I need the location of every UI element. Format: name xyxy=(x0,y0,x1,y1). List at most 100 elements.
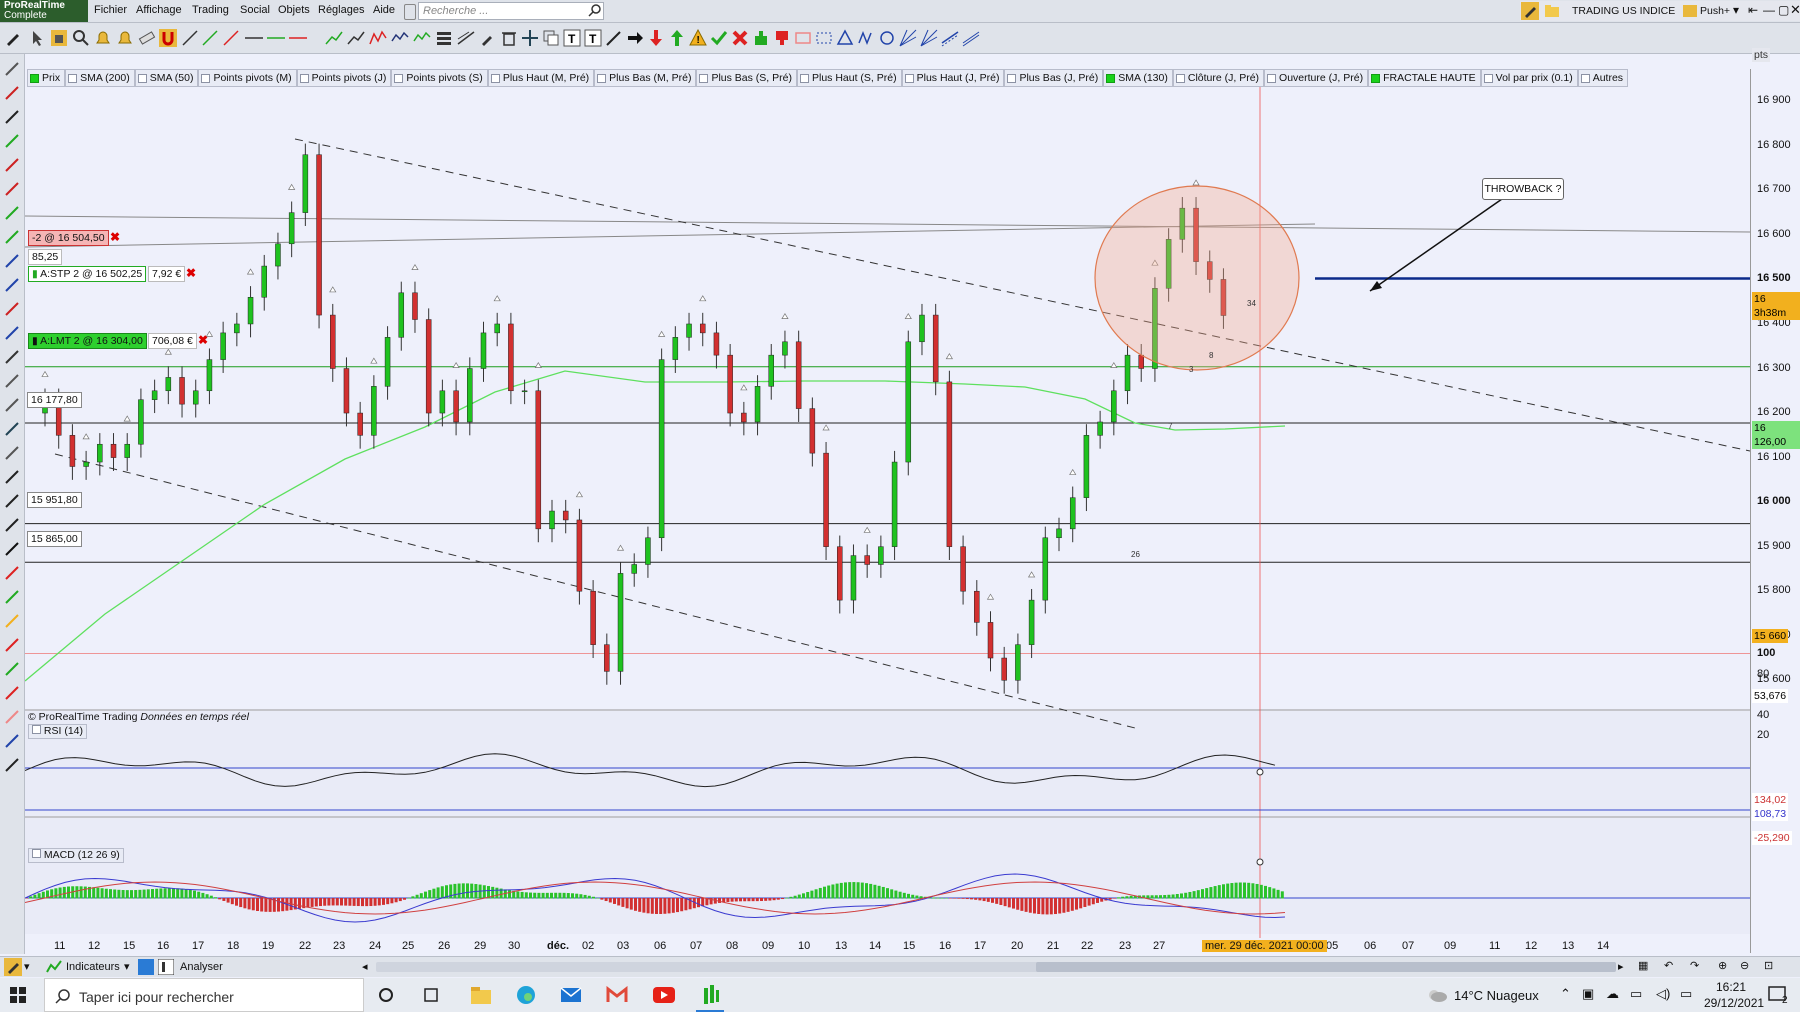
legend-item[interactable]: Plus Bas (M, Pré) xyxy=(594,69,697,87)
more-icon[interactable] xyxy=(3,756,21,774)
legend-checkbox[interactable] xyxy=(1267,73,1277,83)
cortana-icon[interactable] xyxy=(378,987,394,1003)
regression-tool-icon[interactable] xyxy=(941,29,959,47)
arrow-icon[interactable] xyxy=(3,516,21,534)
text-tool-icon[interactable]: T xyxy=(563,29,581,47)
trash-icon[interactable] xyxy=(3,396,21,414)
wave-icon[interactable] xyxy=(3,300,21,318)
magnet-icon[interactable] xyxy=(3,84,21,102)
legend-checkbox[interactable] xyxy=(137,73,147,83)
fan-tool-icon[interactable] xyxy=(920,29,938,47)
legend-checkbox[interactable] xyxy=(597,73,607,83)
scroll-left-icon[interactable]: ◂ xyxy=(362,960,368,973)
legend-checkbox[interactable] xyxy=(799,73,809,83)
limit-order-tag[interactable]: ▮ A:LMT 2 @ 16 304,00 xyxy=(28,333,147,349)
legend-item[interactable]: Points pivots (M) xyxy=(198,69,297,87)
search-input[interactable]: Recherche ... xyxy=(418,2,604,20)
edge-icon[interactable] xyxy=(516,985,536,1005)
move-tool-icon[interactable] xyxy=(521,29,539,47)
undo-icon[interactable]: ↶ xyxy=(1664,959,1673,972)
ruler-tool-icon[interactable] xyxy=(138,29,156,47)
bell-tool-icon[interactable] xyxy=(94,29,112,47)
redo-icon[interactable]: ↷ xyxy=(1690,959,1699,972)
weather-icon[interactable] xyxy=(1426,987,1448,1003)
volume-icon[interactable]: ◁) xyxy=(1656,986,1670,1002)
pencil-tool-icon[interactable] xyxy=(4,29,22,47)
pattern2-tool-icon[interactable] xyxy=(413,29,431,47)
hline-green-tool-icon[interactable] xyxy=(267,29,285,47)
share-icon[interactable] xyxy=(138,959,154,975)
arrow-tool-icon[interactable] xyxy=(605,29,623,47)
menu-objets[interactable]: Objets xyxy=(278,4,310,16)
channel2-tool-icon[interactable] xyxy=(962,29,980,47)
list-icon[interactable] xyxy=(3,348,21,366)
check-icon[interactable] xyxy=(710,29,728,47)
channel-icon[interactable] xyxy=(3,252,21,270)
hline-icon[interactable] xyxy=(3,156,21,174)
trash-tool-icon[interactable] xyxy=(500,29,518,47)
arrow-right-icon[interactable] xyxy=(626,29,644,47)
rect-tool-icon[interactable] xyxy=(794,29,812,47)
channel-tool-icon[interactable] xyxy=(325,29,343,47)
legend-item[interactable]: Points pivots (S) xyxy=(391,69,488,87)
legend-item[interactable]: SMA (130) xyxy=(1103,69,1173,87)
cross-icon[interactable] xyxy=(3,636,21,654)
legend-item[interactable]: Ouverture (J, Pré) xyxy=(1264,69,1369,87)
menu-aide[interactable]: Aide xyxy=(373,4,395,16)
warning-icon[interactable] xyxy=(3,612,21,630)
scrollbar-thumb[interactable] xyxy=(1036,962,1616,972)
task-view-icon[interactable] xyxy=(424,987,442,1003)
brush-tool-icon[interactable] xyxy=(479,29,497,47)
chevron-down-icon[interactable]: ▾ xyxy=(24,960,30,973)
legend-checkbox[interactable] xyxy=(30,73,39,83)
copy-icon[interactable] xyxy=(3,444,21,462)
legend-item[interactable]: Autres xyxy=(1577,69,1629,87)
scroll-right-icon[interactable]: ▸ xyxy=(1618,960,1624,973)
search-icon[interactable] xyxy=(588,3,602,17)
eraser-icon[interactable] xyxy=(3,372,21,390)
rsi-checkbox[interactable] xyxy=(32,725,41,734)
menu-reglages[interactable]: Réglages xyxy=(318,4,364,16)
fit-icon[interactable]: ⊡ xyxy=(1764,959,1773,972)
hline-tool-icon[interactable] xyxy=(245,29,263,47)
text-icon[interactable] xyxy=(3,468,21,486)
ray-icon[interactable] xyxy=(3,228,21,246)
battery-icon[interactable]: ▭ xyxy=(1680,986,1692,1002)
cloud-icon[interactable]: ☁ xyxy=(1606,986,1619,1002)
fibo-tool-icon[interactable] xyxy=(347,29,365,47)
list-tool-icon[interactable] xyxy=(435,29,453,47)
legend-checkbox[interactable] xyxy=(904,73,914,83)
pattern-tool-icon[interactable] xyxy=(391,29,409,47)
menu-trading[interactable]: Trading xyxy=(192,4,229,16)
hand-tool-icon[interactable] xyxy=(50,29,68,47)
pitchfork-tool-icon[interactable] xyxy=(457,29,475,47)
cursor-tool-icon[interactable] xyxy=(28,29,46,47)
search-mode-icon[interactable] xyxy=(404,4,416,20)
legend-checkbox[interactable] xyxy=(1371,73,1381,83)
maximize-icon[interactable]: ▢ xyxy=(1778,3,1789,17)
chevron-down-icon[interactable]: ▾ xyxy=(124,960,130,973)
triangle-icon[interactable] xyxy=(3,732,21,750)
menu-affichage[interactable]: Affichage xyxy=(136,4,182,16)
weather-text[interactable]: 14°C Nuageux xyxy=(1454,988,1539,1003)
gann-tool-icon[interactable] xyxy=(899,29,917,47)
thumb-down-icon[interactable] xyxy=(3,684,21,702)
rect-icon[interactable] xyxy=(3,708,21,726)
wave2-icon[interactable] xyxy=(3,324,21,342)
zoom-tool-icon[interactable] xyxy=(72,29,90,47)
thumb-up-icon[interactable] xyxy=(3,660,21,678)
minimize-icon[interactable]: — xyxy=(1763,3,1775,17)
line2-icon[interactable] xyxy=(3,132,21,150)
price-axis[interactable]: 16 900 16 800 16 700 16 600 16 500 16 400 16 3… xyxy=(1750,48,1800,953)
alert-tool-icon[interactable] xyxy=(116,29,134,47)
hline-red-tool-icon[interactable] xyxy=(289,29,307,47)
legend-checkbox[interactable] xyxy=(1580,73,1590,83)
position-tag[interactable]: -2 @ 16 504,50 xyxy=(28,230,109,246)
wave-tool-icon[interactable] xyxy=(369,29,387,47)
calendar-icon[interactable]: ▦ xyxy=(1638,959,1648,972)
indicators-icon[interactable] xyxy=(46,959,62,975)
legend-item[interactable]: Plus Haut (S, Pré) xyxy=(796,69,902,87)
legend-item[interactable]: FRACTALE HAUTE xyxy=(1368,69,1481,87)
pencil-icon[interactable] xyxy=(3,204,21,222)
cancel-limit-icon[interactable]: ✖ xyxy=(198,333,208,347)
